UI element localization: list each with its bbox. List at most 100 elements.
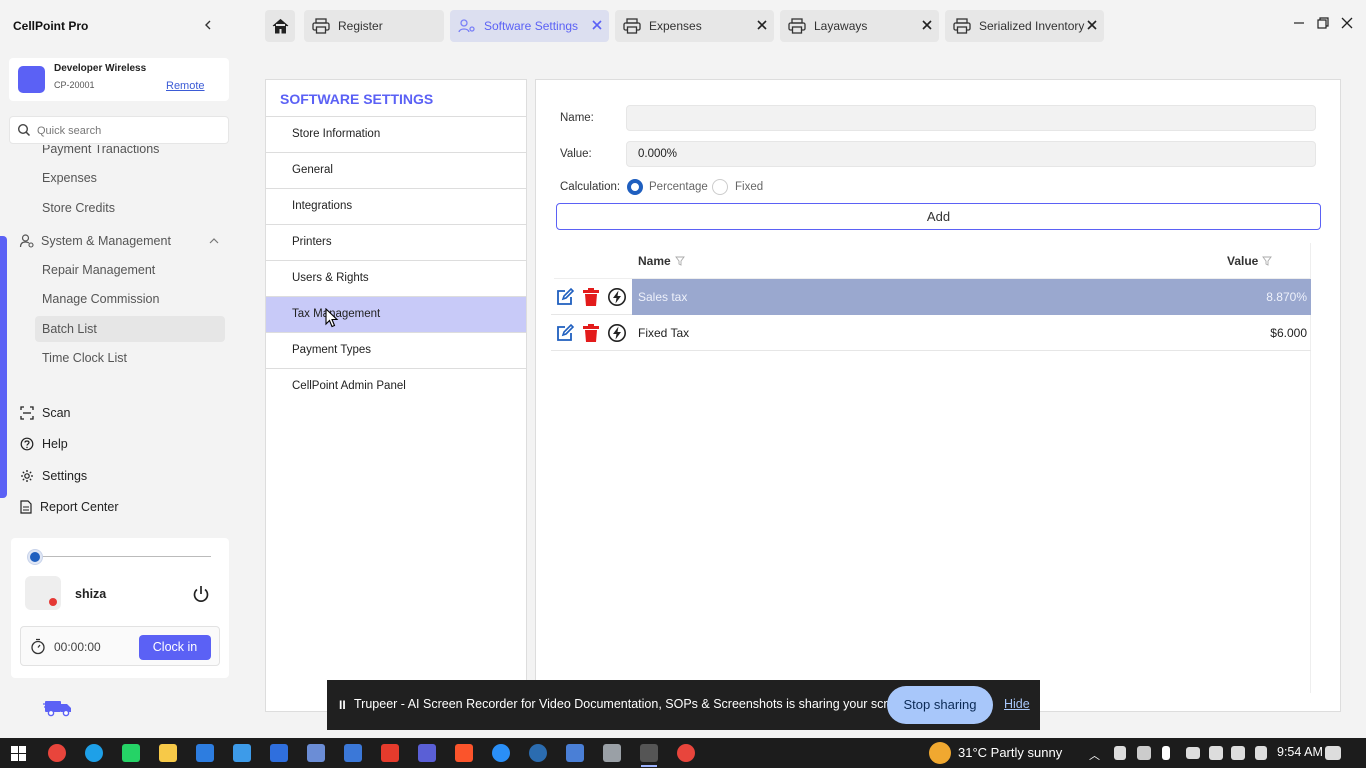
chevron-up-icon[interactable]: ︿ — [1089, 747, 1100, 763]
app-icon[interactable] — [640, 744, 658, 762]
tab-register[interactable]: Register — [304, 10, 444, 42]
app-icon[interactable] — [492, 744, 510, 762]
nav-item-batch-list[interactable]: Batch List — [35, 316, 225, 342]
app-icon[interactable] — [233, 744, 251, 762]
tab-layaways[interactable]: Layaways — [780, 10, 939, 42]
network-icon[interactable] — [1209, 746, 1223, 760]
nav-item-repair-management[interactable]: Repair Management — [42, 263, 155, 277]
value-input[interactable]: 0.000% — [626, 141, 1316, 167]
settings-icon — [458, 19, 475, 33]
stop-sharing-button[interactable]: Stop sharing — [887, 686, 993, 724]
windows-start-icon[interactable] — [11, 746, 26, 761]
gear-icon — [21, 470, 33, 482]
window-close-icon[interactable] — [1341, 17, 1353, 29]
search-icon — [17, 123, 31, 137]
nav-item-report-center[interactable]: Report Center — [20, 500, 119, 514]
cellpoint-app-icon[interactable] — [270, 744, 288, 762]
column-header-value[interactable]: Value — [1227, 254, 1273, 268]
lightning-icon[interactable] — [607, 323, 627, 343]
nav-item-time-clock-list[interactable]: Time Clock List — [42, 351, 127, 365]
nav-group-system-management[interactable]: System & Management — [19, 233, 219, 249]
filter-icon[interactable] — [1262, 256, 1273, 266]
quick-search-input[interactable] — [37, 122, 222, 140]
minimize-icon[interactable] — [1293, 17, 1305, 29]
clock-time[interactable]: 9:54 AM — [1277, 745, 1323, 759]
nav-item-scan[interactable]: Scan — [20, 406, 71, 420]
app-icon[interactable] — [529, 744, 547, 762]
edit-icon[interactable] — [555, 287, 575, 307]
tab-serialized-inventory[interactable]: Serialized Inventory — [945, 10, 1104, 42]
nav-item-manage-commission[interactable]: Manage Commission — [42, 292, 159, 306]
settings-item-payment-types[interactable]: Payment Types — [266, 332, 526, 368]
tab-expenses[interactable]: Expenses — [615, 10, 774, 42]
percentage-radio-label[interactable]: Percentage — [649, 181, 708, 193]
app-icon[interactable] — [307, 744, 325, 762]
status-slider-knob[interactable] — [28, 550, 42, 564]
hide-link[interactable]: Hide — [1004, 697, 1030, 711]
name-input[interactable] — [626, 105, 1316, 131]
tray-icon[interactable] — [1114, 746, 1126, 760]
close-icon[interactable] — [921, 19, 933, 31]
delivery-truck-icon[interactable] — [43, 697, 73, 720]
chrome-icon[interactable] — [48, 744, 66, 762]
logout-button[interactable] — [191, 584, 211, 607]
settings-item-cellpoint-admin-panel[interactable]: CellPoint Admin Panel — [266, 368, 526, 404]
lightning-icon[interactable] — [607, 287, 627, 307]
settings-item-store-information[interactable]: Store Information — [266, 116, 526, 152]
settings-item-users-rights[interactable]: Users & Rights — [266, 260, 526, 296]
settings-item-printers[interactable]: Printers — [266, 224, 526, 260]
nav-item-expenses[interactable]: Expenses — [42, 171, 97, 185]
tab-software-settings[interactable]: Software Settings — [450, 10, 609, 42]
calculator-icon[interactable] — [603, 744, 621, 762]
nav-item-store-credits[interactable]: Store Credits — [42, 201, 115, 215]
nav-item-payment-transactions[interactable]: Payment Tranactions — [42, 145, 159, 156]
store-card[interactable]: Developer Wireless CP-20001 Remote — [9, 58, 229, 101]
settings-item-tax-management[interactable]: Tax Management — [266, 296, 526, 332]
notification-icon[interactable] — [1325, 746, 1341, 760]
tray-icon[interactable] — [1255, 746, 1267, 760]
close-icon[interactable] — [756, 19, 768, 31]
table-row[interactable]: Sales tax 8.870% — [551, 279, 1311, 315]
whatsapp-icon[interactable] — [122, 744, 140, 762]
nav-item-settings[interactable]: Settings — [20, 469, 87, 483]
app-icon[interactable] — [196, 744, 214, 762]
settings-item-integrations[interactable]: Integrations — [266, 188, 526, 224]
trash-icon[interactable] — [582, 323, 600, 343]
tray-icon[interactable] — [1137, 746, 1151, 760]
restore-icon[interactable] — [1317, 17, 1329, 29]
app-icon[interactable] — [344, 744, 362, 762]
sidebar-scroll-indicator[interactable] — [0, 236, 7, 498]
close-icon[interactable] — [591, 19, 603, 31]
remote-link[interactable]: Remote — [166, 80, 205, 92]
status-slider-track[interactable] — [37, 556, 211, 557]
percentage-radio[interactable] — [627, 179, 643, 195]
app-icon[interactable] — [381, 744, 399, 762]
brave-icon[interactable] — [455, 744, 473, 762]
settings-item-general[interactable]: General — [266, 152, 526, 188]
weather-text[interactable]: 31°C Partly sunny — [958, 745, 1062, 760]
add-button[interactable]: Add — [556, 203, 1321, 230]
trash-icon[interactable] — [582, 287, 600, 307]
edit-icon[interactable] — [555, 323, 575, 343]
filter-icon[interactable] — [674, 256, 685, 266]
edge-icon[interactable] — [85, 744, 103, 762]
weather-icon[interactable] — [929, 742, 951, 764]
battery-icon[interactable] — [1186, 747, 1200, 759]
fixed-radio[interactable] — [712, 179, 728, 195]
nav-item-help[interactable]: Help — [20, 437, 68, 451]
volume-icon[interactable] — [1231, 746, 1245, 760]
teams-icon[interactable] — [418, 744, 436, 762]
home-tab[interactable] — [265, 10, 295, 42]
chrome-icon[interactable] — [677, 744, 695, 762]
close-icon[interactable] — [1086, 19, 1098, 31]
fixed-radio-label[interactable]: Fixed — [735, 181, 763, 193]
collapse-sidebar-button[interactable] — [200, 17, 216, 33]
table-row[interactable]: Fixed Tax $6.000 — [551, 315, 1311, 351]
app-icon[interactable] — [566, 744, 584, 762]
clock-in-button[interactable]: Clock in — [139, 635, 211, 660]
file-explorer-icon[interactable] — [159, 744, 177, 762]
drag-handle-icon[interactable]: II — [339, 698, 346, 712]
column-header-name[interactable]: Name — [638, 254, 685, 268]
microphone-icon[interactable] — [1162, 746, 1170, 760]
table-scrollbar[interactable] — [1310, 243, 1324, 693]
